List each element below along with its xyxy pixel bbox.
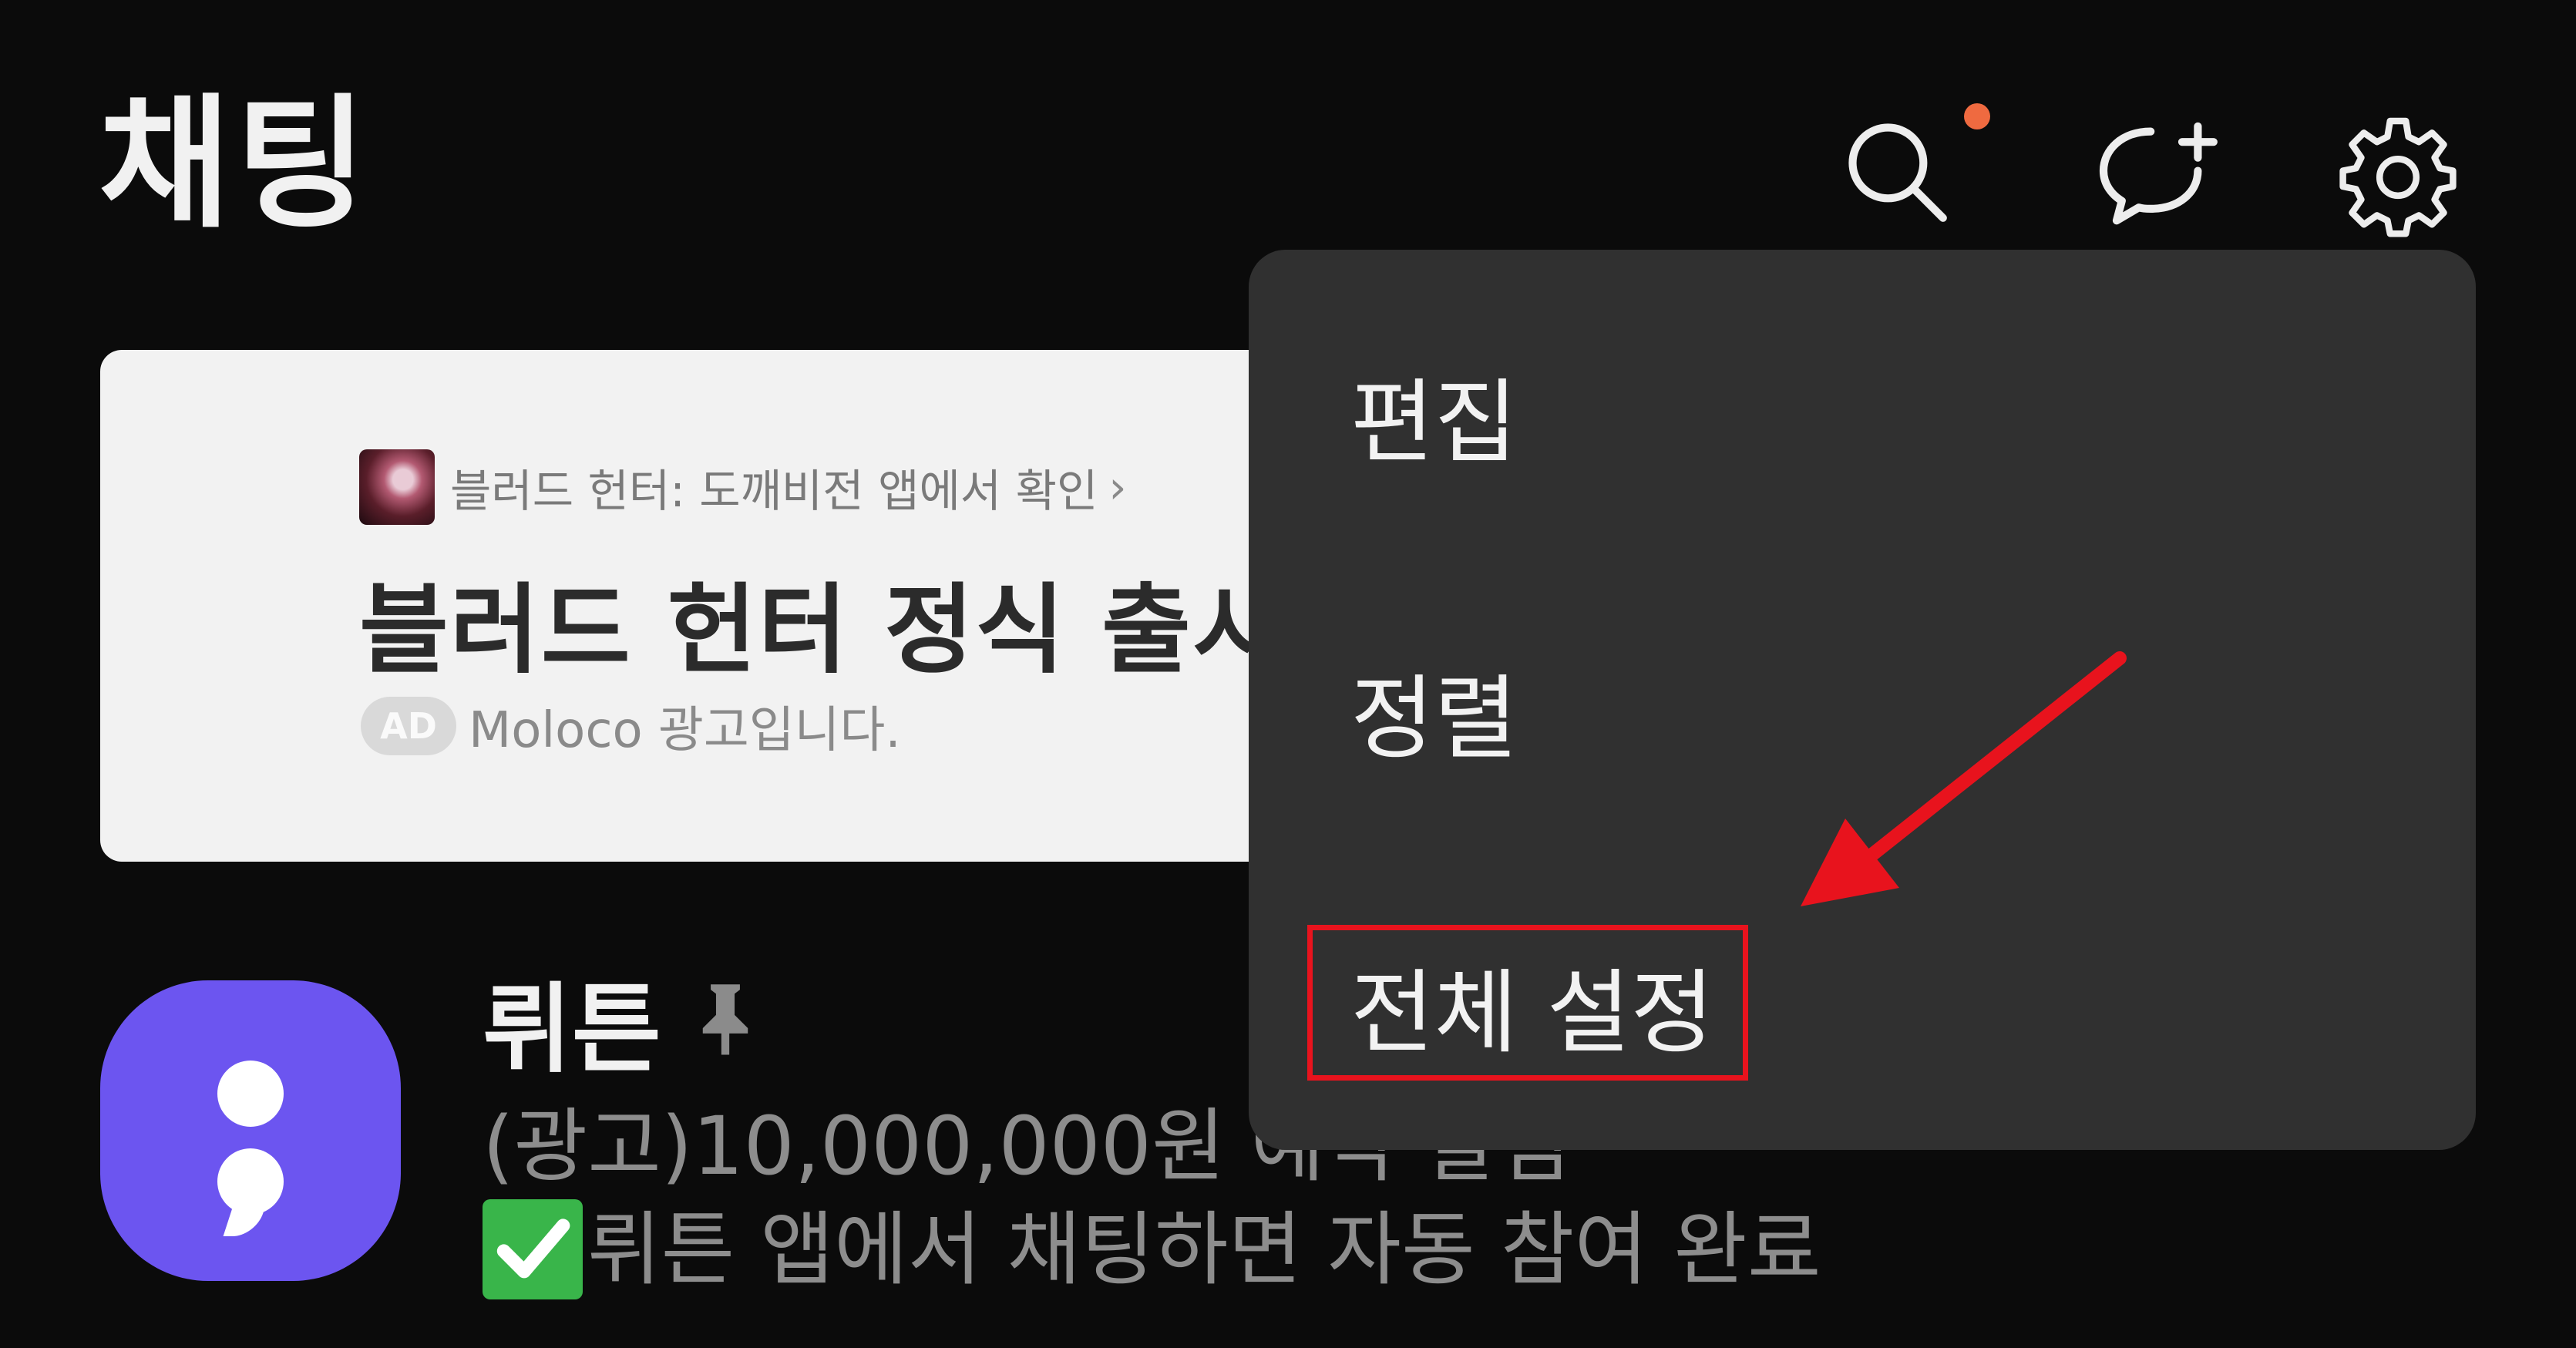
chat-plus-icon — [2099, 122, 2218, 225]
ad-title: 블러드 헌터 정식 출시 — [359, 573, 1283, 687]
search-icon — [1848, 123, 1947, 222]
menu-item-edit[interactable]: 편집 — [1350, 341, 1518, 487]
chat-avatar[interactable] — [100, 980, 401, 1281]
chat-preview-line2: 뤼튼 앱에서 채팅하면 자동 참여 완료 — [587, 1202, 1821, 1296]
ad-app-thumbnail — [359, 449, 435, 525]
check-mark-icon — [483, 1199, 583, 1299]
ad-source-text: 블러드 헌터: 도깨비전 앱에서 확인 — [450, 465, 1098, 517]
ad-banner[interactable]: 블러드 헌터: 도깨비전 앱에서 확인 › 블러드 헌터 정식 출시 AD Mo… — [100, 350, 1426, 862]
chat-preview-line2-row: 뤼튼 앱에서 채팅하면 자동 참여 완료 — [483, 1198, 1821, 1301]
ad-source-link[interactable]: 블러드 헌터: 도깨비전 앱에서 확인 › — [359, 449, 1127, 526]
pin-icon — [692, 980, 758, 1057]
search-button[interactable] — [1833, 108, 1964, 239]
ad-disclosure: Moloco 광고입니다. — [469, 702, 901, 759]
gear-icon — [2339, 117, 2457, 237]
page-title: 채팅 — [99, 80, 372, 247]
new-chat-button[interactable] — [2090, 108, 2221, 239]
notification-dot — [1964, 103, 1990, 129]
settings-button[interactable] — [2332, 108, 2463, 239]
ad-footer: AD Moloco 광고입니다. — [361, 691, 901, 761]
menu-item-sort[interactable]: 정렬 — [1350, 637, 1518, 783]
ad-badge: AD — [361, 697, 456, 755]
annotation-highlight-box — [1307, 925, 1748, 1081]
chat-name[interactable]: 뤼튼 — [483, 951, 661, 1091]
chat-screen: 채팅 블러드 헌터: 도깨비전 앱에서 확인 › 블러드 헌터 정식 출시 AD — [0, 0, 2576, 1348]
chevron-right-icon: › — [1108, 461, 1127, 513]
